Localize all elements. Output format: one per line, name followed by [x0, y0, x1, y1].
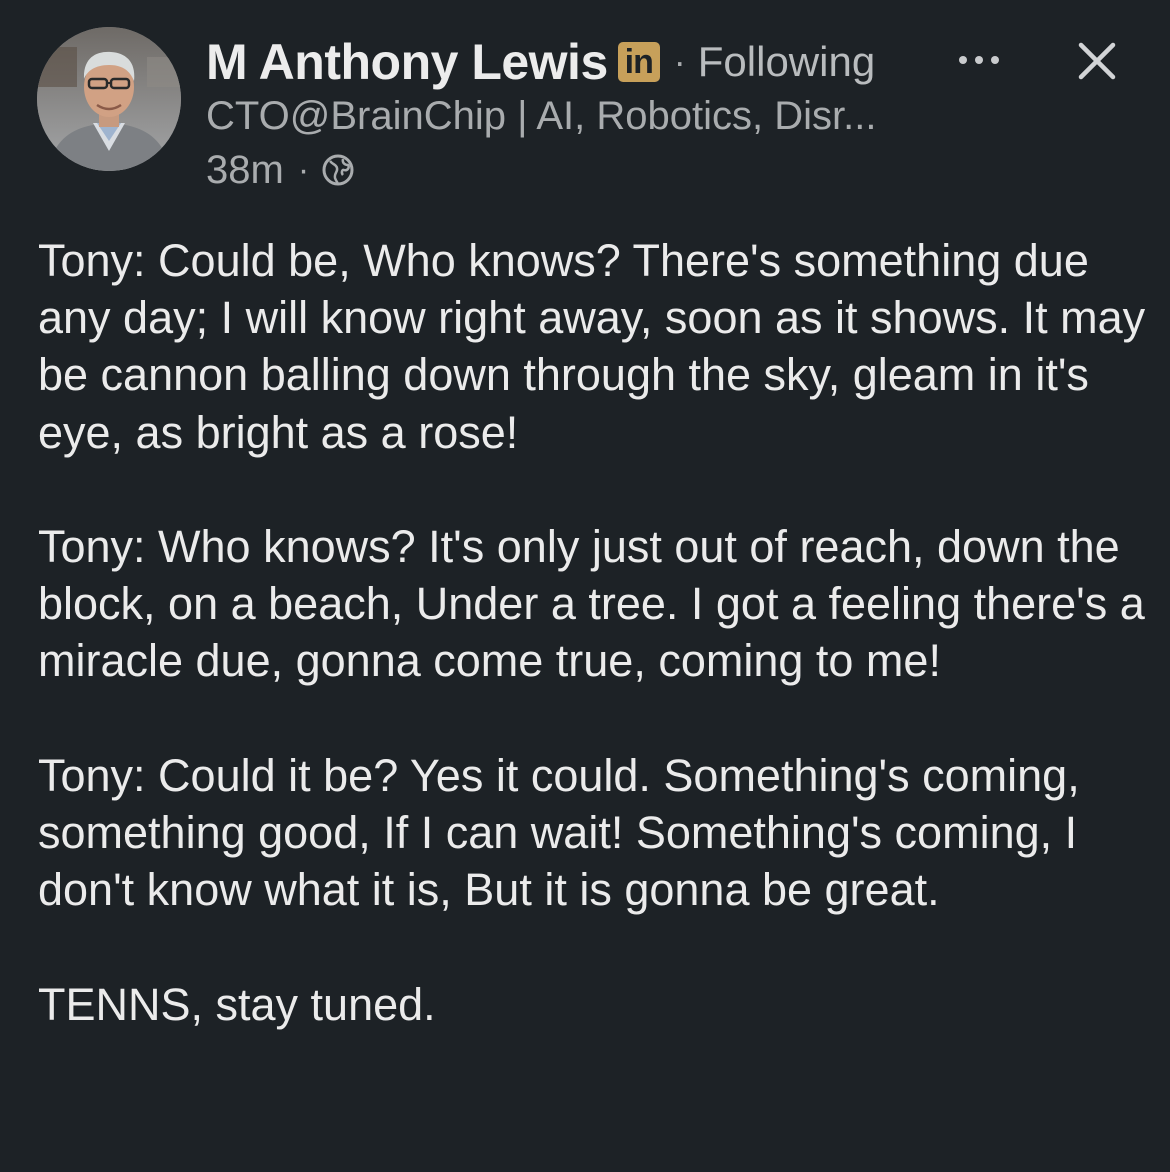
- meta-separator: ·: [297, 150, 310, 189]
- post-paragraph-2: Tony: Who knows? It's only just out of r…: [38, 521, 1145, 687]
- follow-status[interactable]: Following: [698, 38, 875, 86]
- close-icon[interactable]: [1076, 40, 1118, 82]
- post-body: Tony: Could be, Who knows? There's somet…: [38, 232, 1148, 1033]
- globe-icon: [322, 154, 354, 186]
- author-headline: CTO@BrainChip | AI, Robotics, Disr...: [206, 94, 877, 138]
- author-name-row: M Anthony Lewis in · Following: [206, 30, 875, 94]
- post-paragraph-3: Tony: Could it be? Yes it could. Somethi…: [38, 749, 1080, 916]
- more-options-icon[interactable]: [955, 48, 1003, 72]
- post-header: M Anthony Lewis in · Following CTO@Brain…: [0, 0, 1170, 200]
- separator-dot: ·: [673, 41, 686, 82]
- author-name[interactable]: M Anthony Lewis: [206, 33, 608, 91]
- linkedin-badge-icon: in: [617, 42, 660, 82]
- post-timestamp: 38m: [206, 147, 284, 192]
- post-paragraph-4: TENNS, stay tuned.: [38, 978, 436, 1030]
- avatar-photo-icon: [37, 27, 181, 171]
- author-avatar[interactable]: [37, 27, 181, 171]
- post-paragraph-1: Tony: Could be, Who knows? There's somet…: [38, 235, 1146, 458]
- post-meta: 38m ·: [206, 146, 355, 194]
